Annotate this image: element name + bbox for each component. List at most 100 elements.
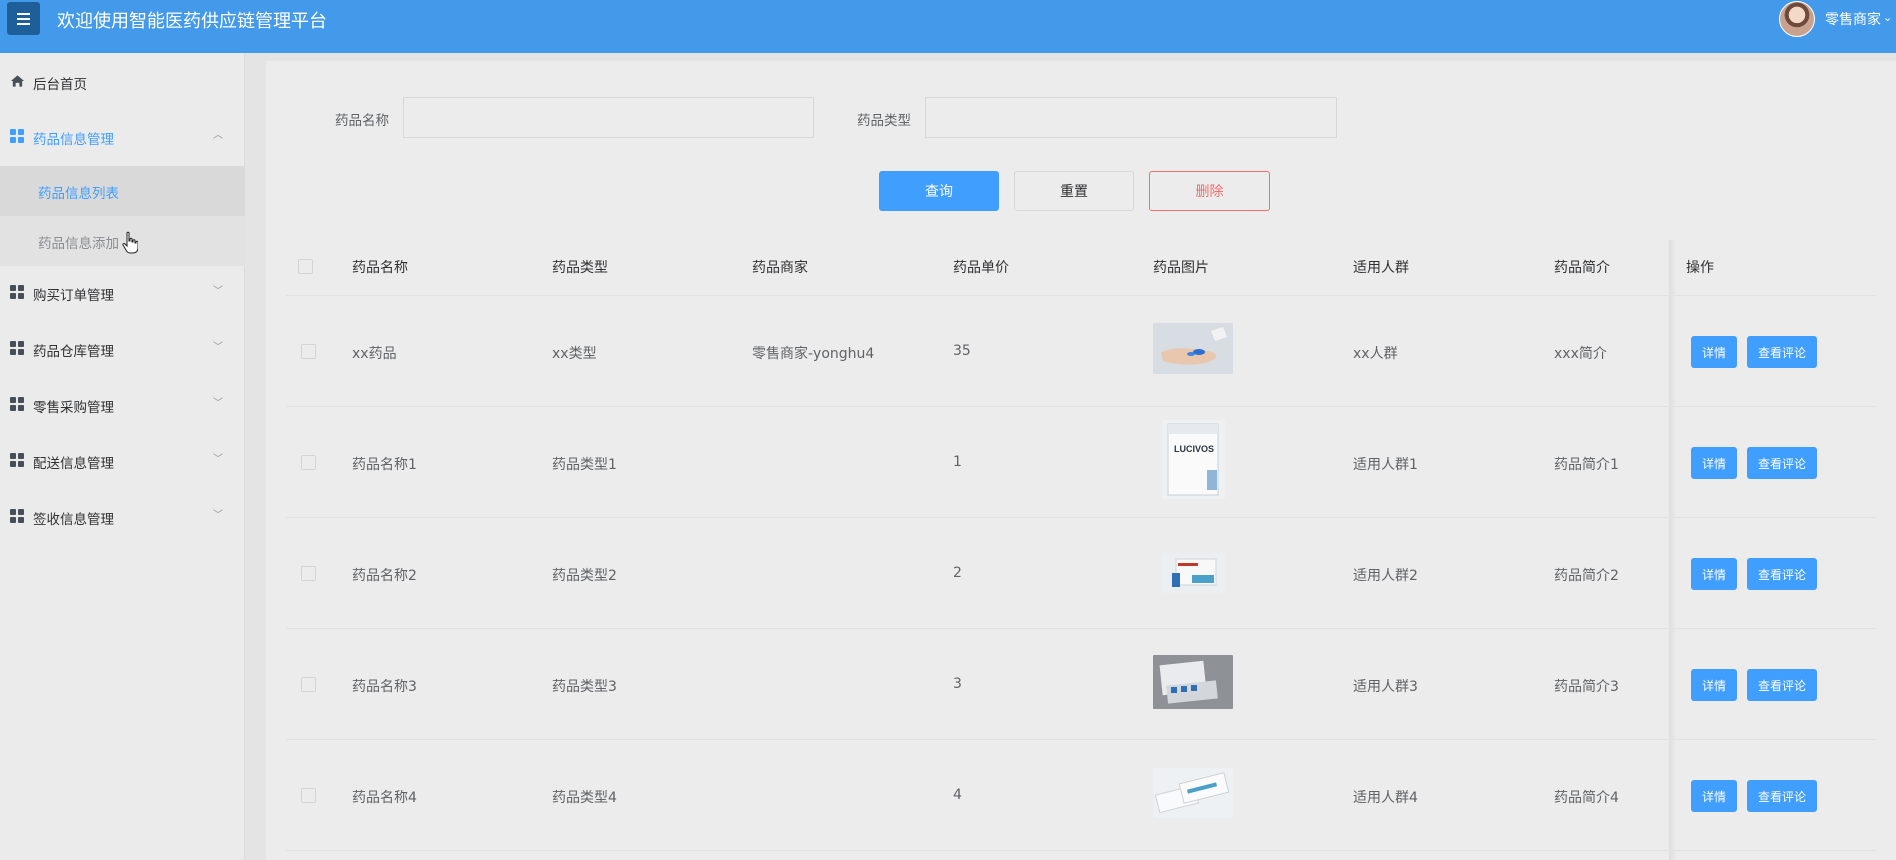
sidebar-group-drug-info[interactable]: 药品信息管理 ︿ bbox=[0, 122, 245, 150]
grid-icon bbox=[10, 341, 25, 355]
row-checkbox[interactable] bbox=[301, 344, 316, 359]
drug-image bbox=[1162, 553, 1225, 593]
row-divider bbox=[286, 850, 1876, 851]
drug-image bbox=[1153, 323, 1233, 374]
sidebar-item-label: 签收信息管理 bbox=[33, 512, 114, 528]
chevron-down-icon: ﹀ bbox=[213, 510, 223, 521]
chevron-down-icon: ﹀ bbox=[213, 286, 223, 297]
grid-icon bbox=[10, 509, 25, 523]
sidebar-group-procurement[interactable]: 零售采购管理 ﹀ bbox=[0, 390, 245, 418]
home-icon bbox=[10, 75, 25, 87]
reset-button[interactable]: 重置 bbox=[1014, 171, 1134, 211]
cell-intro: 药品简介2 bbox=[1554, 568, 1619, 584]
row-checkbox[interactable] bbox=[301, 788, 316, 803]
drug-image bbox=[1153, 655, 1233, 709]
cell-price: 1 bbox=[953, 454, 962, 470]
sidebar-item-drug-list[interactable]: 药品信息列表 bbox=[0, 166, 245, 216]
cell-price: 2 bbox=[953, 565, 962, 581]
cell-intro: 药品简介3 bbox=[1554, 679, 1619, 695]
delete-button[interactable]: 删除 bbox=[1149, 171, 1270, 211]
cell-drug-name: xx药品 bbox=[352, 346, 397, 362]
row-checkbox[interactable] bbox=[301, 677, 316, 692]
cell-price: 35 bbox=[953, 343, 971, 359]
fixed-column-shadow bbox=[1669, 240, 1677, 860]
user-name[interactable]: 零售商家 bbox=[1825, 9, 1881, 29]
drug-name-label: 药品名称 bbox=[335, 113, 389, 129]
app-title: 欢迎使用智能医药供应链管理平台 bbox=[57, 11, 327, 32]
cell-intro: 药品简介4 bbox=[1554, 790, 1619, 806]
chevron-up-icon: ︿ bbox=[213, 130, 223, 141]
cell-drug-type: 药品类型4 bbox=[552, 790, 617, 806]
cell-crowd: 适用人群4 bbox=[1353, 790, 1418, 806]
cell-merchant: 零售商家-yonghu4 bbox=[752, 346, 875, 362]
column-header: 适用人群 bbox=[1353, 260, 1409, 276]
cell-drug-type: 药品类型2 bbox=[552, 568, 617, 584]
sidebar: 后台首页 药品信息管理 ︿ 药品信息列表 药品信息添加 购买订单管理 ﹀ 药品仓… bbox=[0, 53, 245, 860]
sidebar-item-home[interactable]: 后台首页 bbox=[0, 67, 245, 95]
detail-button[interactable]: 详情 bbox=[1691, 669, 1737, 701]
cell-drug-type: xx类型 bbox=[552, 346, 597, 362]
select-all-checkbox[interactable] bbox=[298, 259, 313, 274]
cell-crowd: 适用人群1 bbox=[1353, 457, 1418, 473]
row-divider bbox=[286, 628, 1876, 629]
column-header: 操作 bbox=[1686, 260, 1714, 276]
cell-crowd: 适用人群3 bbox=[1353, 679, 1418, 695]
detail-button[interactable]: 详情 bbox=[1691, 447, 1737, 479]
avatar[interactable] bbox=[1779, 1, 1815, 37]
detail-button[interactable]: 详情 bbox=[1691, 780, 1737, 812]
cell-intro: 药品简介1 bbox=[1554, 457, 1619, 473]
view-review-button[interactable]: 查看评论 bbox=[1747, 558, 1817, 590]
row-divider bbox=[286, 739, 1876, 740]
drug-table: 药品名称 药品类型 药品商家 药品单价 药品图片 适用人群 药品简介 操作 xx… bbox=[286, 240, 1876, 860]
sidebar-group-orders[interactable]: 购买订单管理 ﹀ bbox=[0, 278, 245, 306]
cell-drug-type: 药品类型3 bbox=[552, 679, 617, 695]
medicine-box-icon bbox=[1167, 423, 1219, 496]
sidebar-item-label: 配送信息管理 bbox=[33, 456, 114, 472]
drug-image-text: LUCIVOS bbox=[1174, 444, 1215, 454]
cell-drug-type: 药品类型1 bbox=[552, 457, 617, 473]
sidebar-group-receipt[interactable]: 签收信息管理 ﹀ bbox=[0, 502, 245, 530]
chevron-down-icon: ﹀ bbox=[213, 454, 223, 465]
cell-price: 4 bbox=[953, 787, 962, 803]
row-divider bbox=[286, 406, 1876, 407]
sidebar-group-delivery[interactable]: 配送信息管理 ﹀ bbox=[0, 446, 245, 474]
view-review-button[interactable]: 查看评论 bbox=[1747, 669, 1817, 701]
view-review-button[interactable]: 查看评论 bbox=[1747, 780, 1817, 812]
sidebar-group-warehouse[interactable]: 药品仓库管理 ﹀ bbox=[0, 334, 245, 362]
grid-icon bbox=[10, 397, 25, 411]
sidebar-subitem-label: 药品信息添加 bbox=[38, 236, 119, 252]
chevron-down-icon: ﹀ bbox=[213, 342, 223, 353]
drug-type-label: 药品类型 bbox=[857, 113, 911, 129]
sidebar-item-label: 后台首页 bbox=[33, 77, 87, 93]
view-review-button[interactable]: 查看评论 bbox=[1747, 336, 1817, 368]
sidebar-item-label: 药品信息管理 bbox=[33, 132, 114, 148]
cell-intro: xxx简介 bbox=[1554, 346, 1607, 362]
row-checkbox[interactable] bbox=[301, 455, 316, 470]
sidebar-item-label: 药品仓库管理 bbox=[33, 344, 114, 360]
column-header: 药品名称 bbox=[352, 260, 408, 276]
sidebar-item-label: 购买订单管理 bbox=[33, 288, 114, 304]
row-divider bbox=[286, 295, 1876, 296]
query-button[interactable]: 查询 bbox=[879, 171, 999, 211]
detail-button[interactable]: 详情 bbox=[1691, 336, 1737, 368]
column-header: 药品简介 bbox=[1554, 260, 1610, 276]
cell-price: 3 bbox=[953, 676, 962, 692]
cell-crowd: 适用人群2 bbox=[1353, 568, 1418, 584]
grid-icon bbox=[10, 453, 25, 467]
drug-name-input[interactable] bbox=[403, 97, 814, 138]
hand-cursor-icon bbox=[122, 231, 138, 254]
cell-crowd: xx人群 bbox=[1353, 346, 1398, 362]
sidebar-item-label: 零售采购管理 bbox=[33, 400, 114, 416]
hamburger-icon[interactable] bbox=[7, 2, 40, 35]
row-divider bbox=[286, 517, 1876, 518]
drug-image bbox=[1153, 768, 1233, 818]
drug-type-input[interactable] bbox=[925, 97, 1337, 138]
chevron-down-icon: ﹀ bbox=[213, 398, 223, 409]
column-header: 药品图片 bbox=[1153, 260, 1209, 276]
column-header: 药品类型 bbox=[552, 260, 608, 276]
chevron-down-icon[interactable]: ⌄ bbox=[1883, 11, 1892, 24]
view-review-button[interactable]: 查看评论 bbox=[1747, 447, 1817, 479]
detail-button[interactable]: 详情 bbox=[1691, 558, 1737, 590]
sidebar-subitem-label: 药品信息列表 bbox=[38, 186, 119, 202]
row-checkbox[interactable] bbox=[301, 566, 316, 581]
